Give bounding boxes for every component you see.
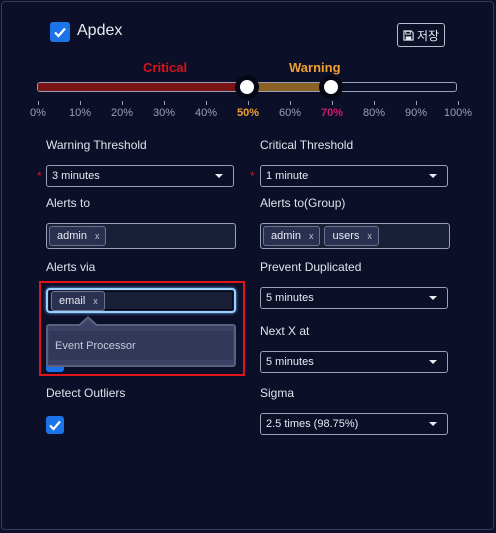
detect-outliers-checkbox[interactable] — [46, 416, 64, 434]
slider-tick — [206, 101, 207, 105]
dropdown-pointer-inner — [80, 319, 96, 326]
alerts-via-dropdown: Event Processor — [46, 324, 236, 367]
slider-tick — [80, 101, 81, 105]
checkmark-icon — [49, 420, 61, 431]
slider-tick — [164, 101, 165, 105]
critical-threshold-handle[interactable] — [235, 75, 259, 99]
slider-tick — [122, 101, 123, 105]
slider-tick-label: 60% — [278, 107, 302, 119]
save-button[interactable]: 저장 — [397, 23, 445, 47]
channel-tag-label: email — [59, 294, 86, 307]
slider-tick — [458, 101, 459, 105]
alerts-to-group-input[interactable]: admin x users x — [260, 223, 450, 249]
critical-threshold-value: 1 minute — [266, 170, 309, 182]
prevent-duplicated-label: Prevent Duplicated — [260, 260, 362, 274]
critical-threshold-select[interactable]: 1 minute — [260, 165, 448, 187]
remove-tag-icon[interactable]: x — [95, 231, 100, 241]
slider-tick-label: 0% — [30, 107, 46, 119]
warning-label: Warning — [289, 60, 341, 75]
next-x-at-label: Next X at — [260, 324, 310, 338]
dropdown-option[interactable]: Event Processor — [49, 331, 233, 360]
recipient-tag: admin x — [49, 226, 107, 246]
slider-tick-label: 10% — [68, 107, 92, 119]
apdex-label: Apdex — [77, 22, 123, 39]
remove-tag-icon[interactable]: x — [93, 296, 98, 306]
sigma-label: Sigma — [260, 386, 295, 400]
chevron-down-icon — [429, 422, 437, 426]
next-x-at-select[interactable]: 5 minutes — [260, 351, 448, 373]
slider-tick-label: 40% — [194, 107, 218, 119]
slider-tick — [374, 101, 375, 105]
slider-tick — [248, 101, 249, 105]
slider-tick-label: 100% — [443, 107, 473, 119]
alerts-via-label: Alerts via — [46, 260, 96, 274]
checkmark-icon — [54, 27, 66, 38]
alerts-to-input[interactable]: admin x — [46, 223, 236, 249]
required-marker: * — [250, 169, 255, 183]
apdex-checkbox[interactable] — [50, 22, 70, 42]
sigma-value: 2.5 times (98.75%) — [266, 418, 359, 430]
slider-tick-label: 20% — [110, 107, 134, 119]
prevent-duplicated-value: 5 minutes — [266, 292, 314, 304]
save-icon — [403, 29, 414, 41]
prevent-duplicated-select[interactable]: 5 minutes — [260, 287, 448, 309]
alerts-via-input[interactable]: email x — [46, 288, 236, 313]
next-x-at-value: 5 minutes — [266, 356, 314, 368]
warning-threshold-value: 3 minutes — [52, 170, 100, 182]
warning-threshold-handle[interactable] — [319, 75, 343, 99]
remove-tag-icon[interactable]: x — [309, 231, 314, 241]
critical-threshold-label: Critical Threshold — [260, 138, 354, 152]
chevron-down-icon — [429, 174, 437, 178]
channel-tag: email x — [51, 290, 105, 311]
slider-tick — [332, 101, 333, 105]
slider-tick — [38, 101, 39, 105]
critical-label: Critical — [143, 60, 188, 75]
group-tag: users x — [324, 226, 379, 246]
slider-tick-label: 90% — [404, 107, 428, 119]
critical-range-fill — [38, 83, 248, 91]
group-tag-label: users — [332, 230, 360, 242]
alerts-to-group-label: Alerts to(Group) — [260, 196, 346, 210]
warning-threshold-select[interactable]: 3 minutes — [46, 165, 234, 187]
slider-tick — [416, 101, 417, 105]
chevron-down-icon — [429, 360, 437, 364]
slider-tick-label: 80% — [362, 107, 386, 119]
group-tag-label: admin — [271, 230, 301, 242]
slider-tick-label: 50% — [236, 107, 260, 119]
sigma-select[interactable]: 2.5 times (98.75%) — [260, 413, 448, 435]
slider-tick-label: 30% — [152, 107, 176, 119]
recipient-tag-label: admin — [57, 230, 87, 242]
save-button-label: 저장 — [416, 28, 440, 43]
slider-tick-label: 70% — [320, 107, 344, 119]
warning-threshold-label: Warning Threshold — [46, 138, 147, 152]
group-tag: admin x — [263, 226, 321, 246]
chevron-down-icon — [215, 174, 223, 178]
required-marker: * — [37, 169, 42, 183]
alerts-to-label: Alerts to — [46, 196, 91, 210]
slider-tick — [290, 101, 291, 105]
detect-outliers-label: Detect Outliers — [46, 386, 126, 400]
remove-tag-icon[interactable]: x — [367, 231, 372, 241]
chevron-down-icon — [429, 296, 437, 300]
